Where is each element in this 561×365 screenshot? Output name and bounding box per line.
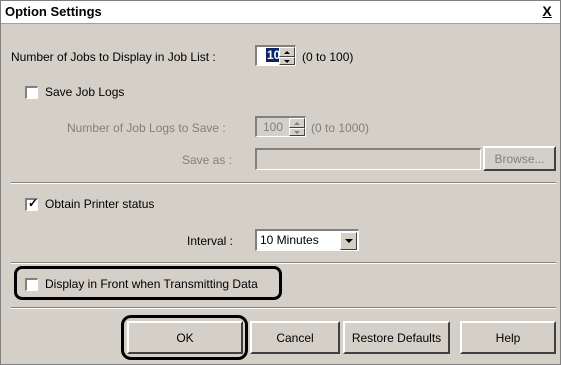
arrow-up-icon bbox=[294, 121, 300, 125]
checkmark-icon: ✓ bbox=[28, 196, 39, 210]
job-logs-count-label: Number of Job Logs to Save : bbox=[67, 121, 226, 135]
separator bbox=[11, 262, 556, 264]
save-as-label: Save as : bbox=[182, 153, 233, 167]
help-button[interactable]: Help bbox=[460, 321, 556, 354]
save-job-logs-label: Save Job Logs bbox=[45, 85, 125, 99]
interval-select[interactable]: 10 Minutes bbox=[255, 229, 359, 251]
obtain-status-checkbox[interactable]: ✓ bbox=[25, 196, 39, 211]
title-bar: Option Settings X bbox=[1, 1, 560, 24]
jobs-display-spinner[interactable] bbox=[279, 47, 295, 65]
browse-button[interactable]: Browse... bbox=[483, 146, 556, 171]
ok-button-callout bbox=[121, 315, 248, 360]
arrow-down-icon bbox=[294, 130, 300, 134]
browse-button-label: Browse... bbox=[494, 151, 545, 166]
option-settings-dialog: Option Settings X Number of Jobs to Disp… bbox=[0, 0, 561, 365]
dropdown-button[interactable] bbox=[340, 232, 357, 250]
spin-down-button[interactable] bbox=[289, 128, 305, 136]
obtain-status-label: Obtain Printer status bbox=[45, 197, 155, 211]
spin-up-button[interactable] bbox=[289, 118, 305, 128]
cancel-button-label: Cancel bbox=[276, 330, 314, 345]
interval-label: Interval : bbox=[187, 234, 234, 248]
jobs-display-label: Number of Jobs to Display in Job List : bbox=[11, 50, 216, 64]
cancel-button[interactable]: Cancel bbox=[250, 321, 340, 354]
restore-defaults-button[interactable]: Restore Defaults bbox=[343, 321, 450, 354]
separator bbox=[11, 307, 556, 309]
arrow-down-icon bbox=[284, 59, 290, 63]
close-icon[interactable]: X bbox=[540, 3, 554, 19]
job-logs-count-spinner[interactable] bbox=[289, 118, 305, 136]
spin-up-button[interactable] bbox=[279, 47, 295, 57]
window-title: Option Settings bbox=[5, 4, 102, 19]
separator bbox=[11, 182, 556, 184]
job-logs-count-value: 100 bbox=[263, 120, 284, 134]
interval-value: 10 Minutes bbox=[260, 233, 319, 247]
save-as-input[interactable] bbox=[255, 148, 481, 170]
job-logs-count-input[interactable]: 100 bbox=[255, 116, 306, 137]
spin-down-button[interactable] bbox=[279, 57, 295, 65]
jobs-display-input[interactable]: 10 bbox=[255, 45, 296, 66]
save-job-logs-checkbox[interactable] bbox=[25, 86, 38, 99]
job-logs-count-range: (0 to 1000) bbox=[311, 121, 370, 135]
chevron-down-icon bbox=[344, 239, 353, 243]
display-front-callout bbox=[14, 266, 282, 300]
arrow-up-icon bbox=[284, 50, 290, 54]
restore-defaults-button-label: Restore Defaults bbox=[351, 330, 442, 345]
jobs-display-range: (0 to 100) bbox=[302, 50, 354, 64]
help-button-label: Help bbox=[495, 330, 521, 345]
